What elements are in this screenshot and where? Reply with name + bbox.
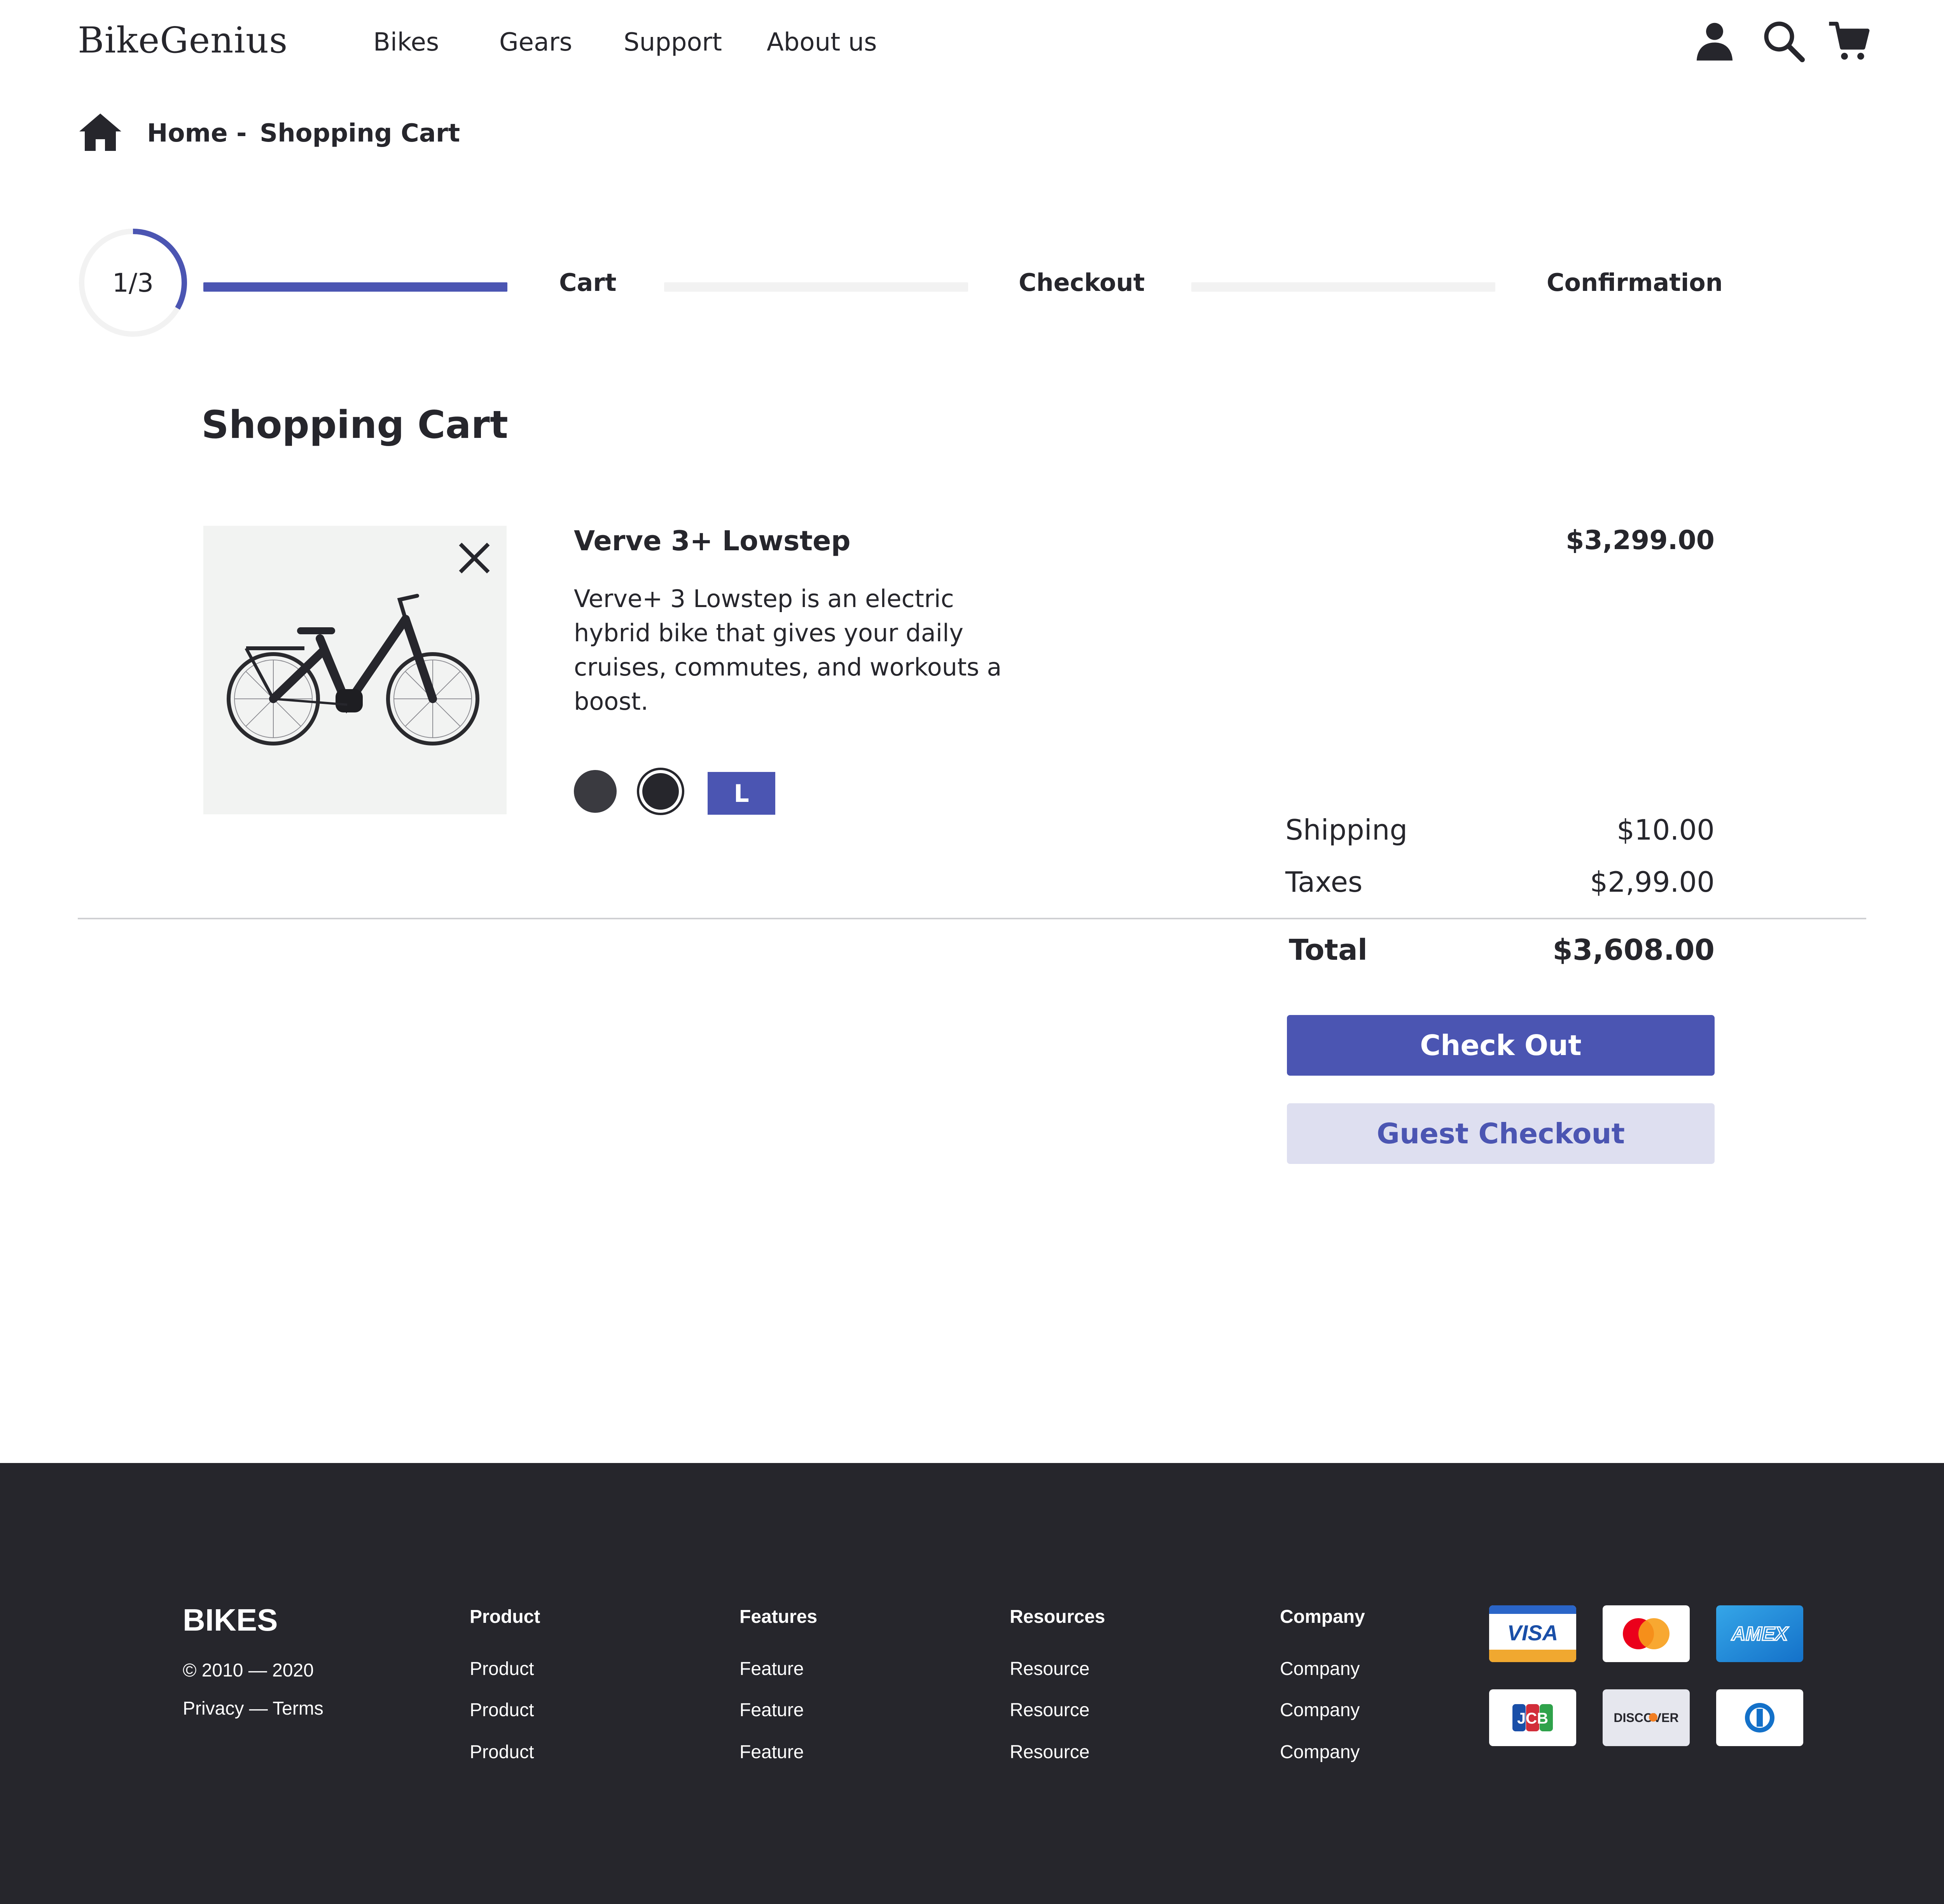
nav-bikes[interactable]: Bikes: [373, 28, 439, 57]
nav-gears[interactable]: Gears: [499, 28, 572, 57]
footer-link-product[interactable]: Product: [470, 1658, 534, 1680]
progress-bar-cart: [203, 282, 507, 292]
progress-bar-confirmation: [1191, 282, 1495, 292]
mastercard-icon: [1603, 1605, 1690, 1662]
visa-card-icon: VISA: [1489, 1605, 1576, 1662]
footer-link-product[interactable]: Product: [470, 1699, 534, 1721]
product-price: $3,299.00: [1566, 525, 1715, 556]
breadcrumb-separator: -: [236, 119, 247, 148]
close-icon: [459, 542, 490, 574]
footer-link-company[interactable]: Company: [1280, 1699, 1360, 1721]
footer-heading-resources: Resources: [1010, 1606, 1105, 1627]
guest-checkout-button[interactable]: Guest Checkout: [1287, 1103, 1715, 1164]
page-title: Shopping Cart: [201, 403, 508, 447]
footer-link-resource[interactable]: Resource: [1010, 1699, 1089, 1721]
step-confirmation[interactable]: Confirmation: [1547, 268, 1723, 297]
footer-copyright: © 2010 — 2020: [183, 1660, 314, 1681]
footer: [0, 1463, 1944, 1904]
discover-card-icon: DISCOVER: [1603, 1689, 1690, 1746]
footer-link-resource[interactable]: Resource: [1010, 1658, 1089, 1680]
footer-heading-company: Company: [1280, 1606, 1365, 1627]
footer-legal-links[interactable]: Privacy — Terms: [183, 1698, 323, 1719]
nav-support[interactable]: Support: [624, 28, 722, 57]
svg-text:DISCOVER: DISCOVER: [1614, 1711, 1678, 1725]
total-value: $3,608.00: [1552, 933, 1715, 967]
taxes-value: $2,99.00: [1590, 866, 1715, 898]
svg-text:VISA: VISA: [1507, 1620, 1558, 1645]
product-description: Verve+ 3 Lowstep is an electric hybrid b…: [574, 584, 1002, 716]
svg-text:AMEX: AMEX: [1731, 1623, 1789, 1645]
step-checkout[interactable]: Checkout: [1019, 268, 1145, 297]
step-counter: 1/3: [112, 268, 154, 298]
breadcrumb-current: Shopping Cart: [260, 119, 460, 148]
footer-link-company[interactable]: Company: [1280, 1658, 1360, 1680]
footer-heading-features: Features: [739, 1606, 818, 1627]
user-icon[interactable]: [1693, 19, 1736, 62]
color-swatch-dark-grey[interactable]: [574, 770, 617, 813]
footer-link-feature[interactable]: Feature: [739, 1741, 804, 1763]
footer-heading-product: Product: [470, 1606, 540, 1627]
footer-link-resource[interactable]: Resource: [1010, 1741, 1089, 1763]
total-label: Total: [1289, 933, 1368, 967]
footer-link-feature[interactable]: Feature: [739, 1699, 804, 1721]
shipping-value: $10.00: [1617, 814, 1715, 846]
footer-link-company[interactable]: Company: [1280, 1741, 1360, 1763]
home-icon[interactable]: [78, 112, 123, 152]
search-icon[interactable]: [1762, 19, 1805, 62]
diners-club-card-icon: [1716, 1689, 1803, 1746]
product-name[interactable]: Verve 3+ Lowstep: [574, 525, 851, 557]
footer-brand: BIKES: [183, 1603, 278, 1637]
summary-divider: [78, 918, 1866, 919]
progress-bar-checkout: [664, 282, 968, 292]
remove-item-button[interactable]: [455, 539, 494, 578]
checkout-button[interactable]: Check Out: [1287, 1015, 1715, 1076]
amex-card-icon: AMEX: [1716, 1605, 1803, 1662]
bike-illustration: [227, 594, 479, 746]
brand-logo[interactable]: BikeGenius: [78, 19, 288, 61]
shipping-label: Shipping: [1285, 814, 1408, 846]
svg-text:JCB: JCB: [1517, 1710, 1548, 1727]
cart-icon[interactable]: [1827, 19, 1870, 62]
breadcrumb-home[interactable]: Home: [147, 119, 228, 148]
taxes-label: Taxes: [1285, 866, 1363, 898]
step-cart[interactable]: Cart: [559, 268, 617, 297]
footer-link-product[interactable]: Product: [470, 1741, 534, 1763]
nav-about-us[interactable]: About us: [767, 28, 877, 57]
footer-link-feature[interactable]: Feature: [739, 1658, 804, 1680]
size-selector[interactable]: L: [708, 772, 775, 815]
jcb-card-icon: JCB: [1489, 1689, 1576, 1746]
color-swatch-black[interactable]: [639, 770, 682, 813]
